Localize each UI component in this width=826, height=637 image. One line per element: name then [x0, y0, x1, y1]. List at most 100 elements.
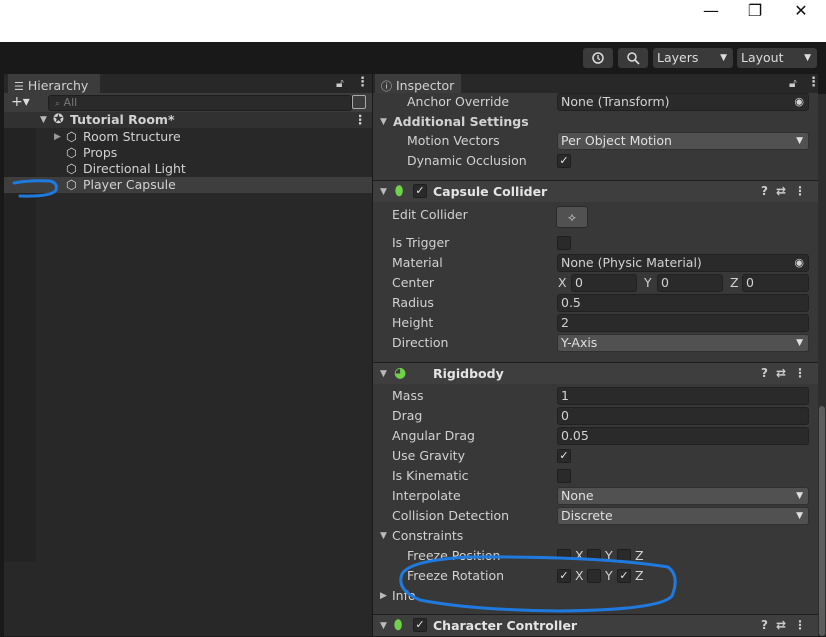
freeze-rotation-z-checkbox[interactable]: ✓: [617, 569, 631, 583]
object-picker-icon[interactable]: ◉: [794, 255, 804, 271]
layers-dropdown[interactable]: Layers ▼: [653, 48, 733, 68]
history-icon[interactable]: [583, 48, 613, 68]
layout-dropdown[interactable]: Layout ▼: [737, 48, 817, 68]
more-options-icon[interactable]: ⋮: [794, 618, 806, 632]
anchor-override-row: Anchor Override None (Transform) ◉: [373, 92, 818, 112]
capsule-collider-header[interactable]: ▼ ⬮ ✓ Capsule Collider ? ⇄ ⋮: [373, 180, 818, 202]
field-label: Direction: [392, 335, 449, 350]
more-options-icon[interactable]: ⋮: [356, 75, 369, 90]
capsule-collider-enabled-checkbox[interactable]: ✓: [413, 184, 427, 198]
presets-icon[interactable]: ⇄: [776, 184, 786, 198]
component-title: Capsule Collider: [433, 184, 548, 199]
capsule-collider-icon: ⬮: [395, 184, 404, 199]
angular-drag-field[interactable]: 0.05: [557, 427, 809, 445]
inspector-scrollbar[interactable]: [818, 94, 826, 636]
use-gravity-checkbox[interactable]: ✓: [557, 449, 571, 463]
center-z-field[interactable]: 0: [742, 274, 809, 292]
scene-row[interactable]: ▼ ✪ Tutorial Room* ⋮: [4, 112, 372, 128]
character-controller-enabled-checkbox[interactable]: ✓: [413, 618, 427, 632]
tab-inspector-label: Inspector: [395, 78, 455, 93]
field-value: 1: [561, 388, 569, 403]
mass-field[interactable]: 1: [557, 387, 809, 405]
height-field[interactable]: 2: [557, 314, 809, 332]
chevron-down-icon[interactable]: ▼: [380, 616, 387, 637]
presets-icon[interactable]: ⇄: [776, 366, 786, 380]
tab-hierarchy[interactable]: ☰ Hierarchy: [8, 74, 100, 93]
motion-vectors-dropdown[interactable]: Per Object Motion ▼: [557, 132, 809, 150]
additional-settings-foldout[interactable]: ▼ Additional Settings: [373, 112, 818, 132]
more-options-icon[interactable]: ⋮: [794, 184, 806, 198]
direction-dropdown[interactable]: Y-Axis ▼: [557, 334, 809, 352]
help-icon[interactable]: ?: [761, 366, 768, 380]
more-options-icon[interactable]: ⋮: [807, 75, 820, 90]
is-kinematic-checkbox[interactable]: [557, 469, 571, 483]
hierarchy-toolbar: +▾ ⌕ All: [4, 93, 372, 113]
is-trigger-checkbox[interactable]: [557, 236, 571, 250]
component-header-icons: ? ⇄ ⋮: [753, 181, 806, 202]
hierarchy-item[interactable]: ▶ ⬡ Room Structure: [4, 129, 372, 145]
lock-icon[interactable]: 🔓︎: [336, 76, 344, 91]
center-x-field[interactable]: 0: [571, 274, 637, 292]
object-picker-icon[interactable]: ◉: [794, 94, 804, 110]
edit-collider-icon: ⟡: [568, 210, 576, 224]
scrollbar-thumb[interactable]: [819, 406, 825, 636]
close-button[interactable]: ✕: [778, 0, 824, 24]
help-icon[interactable]: ?: [761, 618, 768, 632]
add-button[interactable]: +▾: [11, 93, 30, 112]
chevron-down-icon[interactable]: ▼: [380, 112, 387, 132]
minimize-button[interactable]: —: [688, 0, 734, 24]
dropdown-value: Discrete: [561, 508, 613, 523]
hierarchy-item[interactable]: ⬡ Directional Light: [4, 161, 372, 177]
maximize-button[interactable]: ❐: [732, 0, 778, 24]
dynamic-occlusion-checkbox[interactable]: ✓: [557, 154, 571, 168]
material-field[interactable]: None (Physic Material) ◉: [557, 254, 809, 272]
freeze-rotation-y-checkbox[interactable]: [587, 569, 601, 583]
center-y-field[interactable]: 0: [657, 274, 723, 292]
field-label: Drag: [392, 408, 423, 423]
direction-row: Direction Y-Axis ▼: [373, 333, 818, 353]
freeze-position-y-checkbox[interactable]: [587, 549, 601, 560]
field-value: 0: [561, 408, 569, 423]
search-icon[interactable]: [618, 48, 648, 68]
hierarchy-item[interactable]: ⬡ Props: [4, 145, 372, 161]
hierarchy-search-input[interactable]: ⌕ All: [48, 95, 352, 111]
chevron-right-icon[interactable]: ▶: [54, 129, 61, 145]
chevron-down-icon[interactable]: ▼: [380, 526, 387, 546]
gameobject-icon: ⬡: [66, 161, 77, 176]
field-label: Freeze Position: [407, 548, 501, 560]
collision-detection-dropdown[interactable]: Discrete ▼: [557, 507, 809, 525]
axis-label-z: Z: [730, 275, 739, 290]
scene-visibility-icon[interactable]: [352, 95, 366, 109]
info-foldout[interactable]: ▶ Info: [373, 586, 818, 606]
more-options-icon[interactable]: ⋮: [794, 366, 806, 380]
presets-icon[interactable]: ⇄: [776, 618, 786, 632]
anchor-override-field[interactable]: None (Transform) ◉: [557, 93, 809, 111]
radius-field[interactable]: 0.5: [557, 294, 809, 312]
rigidbody-header[interactable]: ▼ ◕ Rigidbody ? ⇄ ⋮: [373, 362, 818, 384]
field-label: Interpolate: [392, 488, 461, 503]
unity-scene-icon: ✪: [53, 112, 64, 127]
constraints-foldout[interactable]: ▼ Constraints: [373, 526, 818, 546]
chevron-down-icon[interactable]: ▼: [380, 182, 387, 203]
mass-row: Mass 1: [373, 386, 818, 406]
edit-collider-button[interactable]: ⟡: [556, 206, 588, 228]
tab-inspector[interactable]: ⓘ Inspector: [375, 74, 461, 93]
help-icon[interactable]: ?: [761, 184, 768, 198]
field-label: Use Gravity: [392, 448, 465, 463]
search-placeholder: All: [63, 96, 78, 109]
hierarchy-item-label: Directional Light: [83, 161, 186, 176]
gameobject-icon: ⬡: [66, 177, 77, 192]
chevron-down-icon[interactable]: ▼: [40, 112, 47, 128]
interpolate-dropdown[interactable]: None ▼: [557, 487, 809, 505]
more-options-icon[interactable]: ⋮: [354, 112, 367, 128]
lock-icon[interactable]: 🔓︎: [789, 76, 797, 91]
chevron-right-icon[interactable]: ▶: [380, 586, 387, 606]
freeze-position-x-checkbox[interactable]: [557, 549, 571, 560]
chevron-down-icon[interactable]: ▼: [380, 364, 387, 385]
axis-label-y: Y: [605, 548, 613, 560]
character-controller-header[interactable]: ▼ ⬮ ✓ Character Controller ? ⇄ ⋮: [373, 614, 818, 636]
hierarchy-item-selected[interactable]: ⬡ Player Capsule: [4, 177, 372, 193]
freeze-position-z-checkbox[interactable]: [617, 549, 631, 560]
drag-field[interactable]: 0: [557, 407, 809, 425]
freeze-rotation-x-checkbox[interactable]: ✓: [557, 569, 571, 583]
